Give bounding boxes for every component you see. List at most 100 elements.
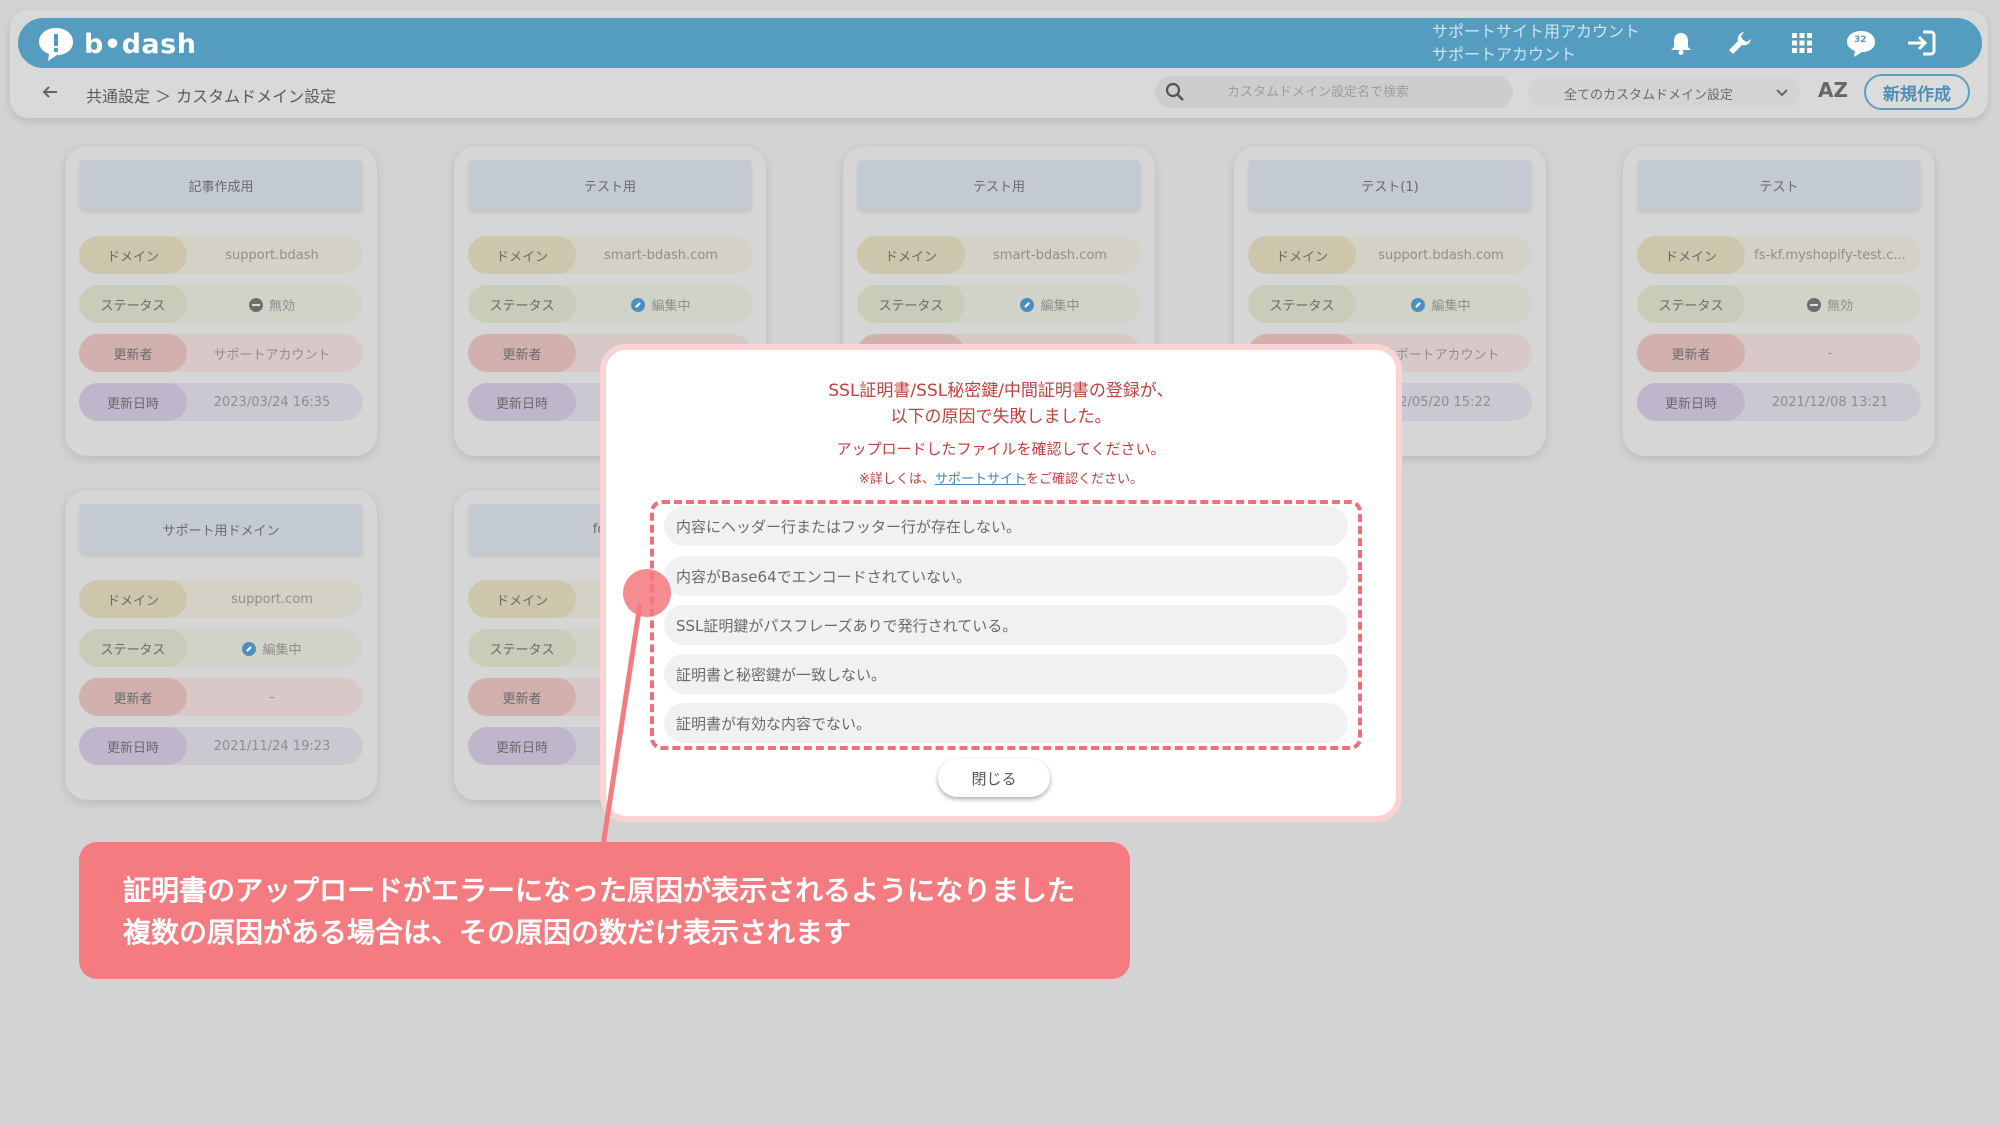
status-text: 無効 bbox=[268, 298, 295, 314]
error-reason-item: 証明書が有効な内容でない。 bbox=[664, 703, 1348, 743]
error-reason-item: 証明書と秘密鍵が一致しない。 bbox=[664, 654, 1348, 694]
card-row-label: ステータス bbox=[857, 285, 965, 323]
search-input[interactable] bbox=[1227, 80, 1497, 104]
card-row-value: smart-bdash.com bbox=[604, 247, 718, 263]
card-row-label: ドメイン bbox=[1637, 236, 1745, 274]
logo-bubble-icon bbox=[39, 28, 73, 61]
card-row-label: ステータス bbox=[79, 629, 187, 667]
card-row-label: ドメイン bbox=[79, 580, 187, 618]
support-site-link[interactable]: サポートサイト bbox=[935, 472, 1026, 487]
card-row-value: fs-kf.myshopify-test.c... bbox=[1754, 247, 1906, 263]
card-row-label: 更新日時 bbox=[468, 383, 576, 421]
status-text: 無効 bbox=[1826, 298, 1853, 314]
card-row-status: ステータス 編集中 bbox=[1248, 285, 1532, 323]
sort-az-icon[interactable]: AZ bbox=[1818, 78, 1848, 102]
close-button[interactable]: 閉じる bbox=[938, 759, 1050, 797]
card-row-label: ステータス bbox=[79, 285, 187, 323]
card-row-domain: ドメイン support.com bbox=[79, 580, 363, 618]
card-row-status: ステータス 無効 bbox=[79, 285, 363, 323]
status-value: 無効 bbox=[1745, 295, 1921, 314]
disabled-icon bbox=[248, 297, 263, 312]
account-info[interactable]: サポートサイト用アカウント サポートアカウント bbox=[1432, 20, 1640, 66]
card-row-label: 更新日時 bbox=[79, 383, 187, 421]
card-row-label: ステータス bbox=[468, 285, 576, 323]
pencil-icon bbox=[242, 641, 257, 656]
modal-note-prefix: ※詳しくは、 bbox=[859, 472, 935, 487]
modal-note: ※詳しくは、サポートサイトをご確認ください。 bbox=[606, 468, 1396, 487]
card-row-label: ドメイン bbox=[857, 236, 965, 274]
card-row-updated-at: 更新日時 2023/03/24 16:35 bbox=[79, 383, 363, 421]
card-row-label: 更新者 bbox=[79, 678, 187, 716]
pencil-icon bbox=[1020, 297, 1035, 312]
search-box[interactable] bbox=[1155, 76, 1513, 108]
wrench-icon[interactable] bbox=[1723, 26, 1757, 60]
chat-icon[interactable]: 32 bbox=[1844, 26, 1878, 60]
callout-line1: 証明書のアップロードがエラーになった原因が表示されるようになりました bbox=[123, 874, 1076, 907]
back-arrow-icon[interactable] bbox=[38, 80, 62, 104]
card-row-label: ドメイン bbox=[468, 236, 576, 274]
card-row-value: 2023/03/24 16:35 bbox=[213, 394, 331, 410]
card-row-updated-at: 更新日時 2021/11/24 19:23 bbox=[79, 727, 363, 765]
card-row-label: ドメイン bbox=[79, 236, 187, 274]
domain-card[interactable]: 記事作成用 ドメイン support.bdash ステータス 無効 更新者 サポートアカウン… bbox=[65, 146, 377, 456]
card-row-value: - bbox=[269, 689, 275, 705]
status-value: 編集中 bbox=[187, 639, 363, 658]
card-row-label: 更新日時 bbox=[1637, 383, 1745, 421]
domain-card[interactable]: サポート用ドメインドメイン support.com ステータス 編集中更新者 - 更新日時… bbox=[65, 490, 377, 800]
card-row-status: ステータス 編集中 bbox=[468, 285, 752, 323]
modal-title-line2: 以下の原因で失敗しました。 bbox=[890, 407, 1112, 427]
card-row-updater: 更新者 - bbox=[1637, 334, 1921, 372]
new-button[interactable]: 新規作成 bbox=[1864, 74, 1970, 110]
status-text: 編集中 bbox=[262, 642, 302, 658]
card-row-value: - bbox=[1827, 345, 1833, 361]
card-title: サポート用ドメイン bbox=[80, 504, 362, 554]
pencil-icon bbox=[631, 297, 646, 312]
account-site: サポートサイト用アカウント bbox=[1432, 22, 1641, 41]
card-row-status: ステータス 編集中 bbox=[857, 285, 1141, 323]
card-row-domain: ドメイン fs-kf.myshopify-test.c... bbox=[1637, 236, 1921, 274]
modal-title-line1: SSL証明書/SSL秘密鍵/中間証明書の登録が、 bbox=[828, 381, 1174, 401]
chat-badge: 32 bbox=[1854, 35, 1867, 45]
card-row-label: 更新者 bbox=[1637, 334, 1745, 372]
status-text: 編集中 bbox=[1431, 298, 1471, 314]
breadcrumb[interactable]: 共通設定 ＞ カスタムドメイン設定 bbox=[86, 83, 336, 107]
account-user: サポートアカウント bbox=[1432, 45, 1577, 64]
error-reason-list: 内容にヘッダー行またはフッター行が存在しない。 内容がBase64でエンコードさ… bbox=[650, 500, 1362, 750]
card-row-domain: ドメイン support.bdash bbox=[79, 236, 363, 274]
card-row-label: ステータス bbox=[1637, 285, 1745, 323]
logout-icon[interactable] bbox=[1904, 26, 1938, 60]
status-text: 編集中 bbox=[651, 298, 691, 314]
disabled-icon bbox=[1806, 297, 1821, 312]
card-row-value: サポートアカウント bbox=[213, 347, 331, 363]
card-row-label: ステータス bbox=[1248, 285, 1356, 323]
pencil-icon bbox=[1411, 297, 1426, 312]
card-title: テスト bbox=[1638, 160, 1920, 210]
card-row-label: 更新日時 bbox=[79, 727, 187, 765]
card-row-value: support.bdash.com bbox=[1378, 247, 1504, 263]
chevron-down-icon bbox=[1776, 89, 1788, 97]
bell-icon[interactable] bbox=[1664, 26, 1698, 60]
logo-text: b•dash bbox=[84, 28, 197, 60]
card-title: テスト(1) bbox=[1249, 160, 1531, 210]
card-row-value: support.bdash bbox=[225, 247, 319, 263]
card-row-domain: ドメイン smart-bdash.com bbox=[468, 236, 752, 274]
card-row-updater: 更新者 サポートアカウント bbox=[79, 334, 363, 372]
card-row-label: 更新者 bbox=[79, 334, 187, 372]
card-title: テスト用 bbox=[858, 160, 1140, 210]
logo[interactable]: b•dash bbox=[36, 24, 196, 64]
filter-select[interactable]: 全てのカスタムドメイン設定 bbox=[1528, 76, 1800, 108]
error-reason-item: 内容がBase64でエンコードされていない。 bbox=[664, 556, 1348, 596]
card-row-domain: ドメイン smart-bdash.com bbox=[857, 236, 1141, 274]
status-text: 編集中 bbox=[1040, 298, 1080, 314]
card-row-updater: 更新者 - bbox=[79, 678, 363, 716]
card-row-label: ステータス bbox=[468, 629, 576, 667]
status-value: 無効 bbox=[187, 295, 363, 314]
error-reason-item: 内容にヘッダー行またはフッター行が存在しない。 bbox=[664, 506, 1348, 546]
status-value: 編集中 bbox=[576, 295, 752, 314]
card-row-value: support.com bbox=[231, 591, 313, 607]
card-row-label: 更新者 bbox=[468, 678, 576, 716]
grid-icon[interactable] bbox=[1785, 26, 1819, 60]
domain-card[interactable]: テストドメイン fs-kf.myshopify-test.c... ステータス 無効更… bbox=[1623, 146, 1935, 456]
modal-note-suffix: をご確認ください。 bbox=[1025, 472, 1143, 487]
error-modal: SSL証明書/SSL秘密鍵/中間証明書の登録が、 以下の原因で失敗しました。 ア… bbox=[600, 344, 1402, 822]
